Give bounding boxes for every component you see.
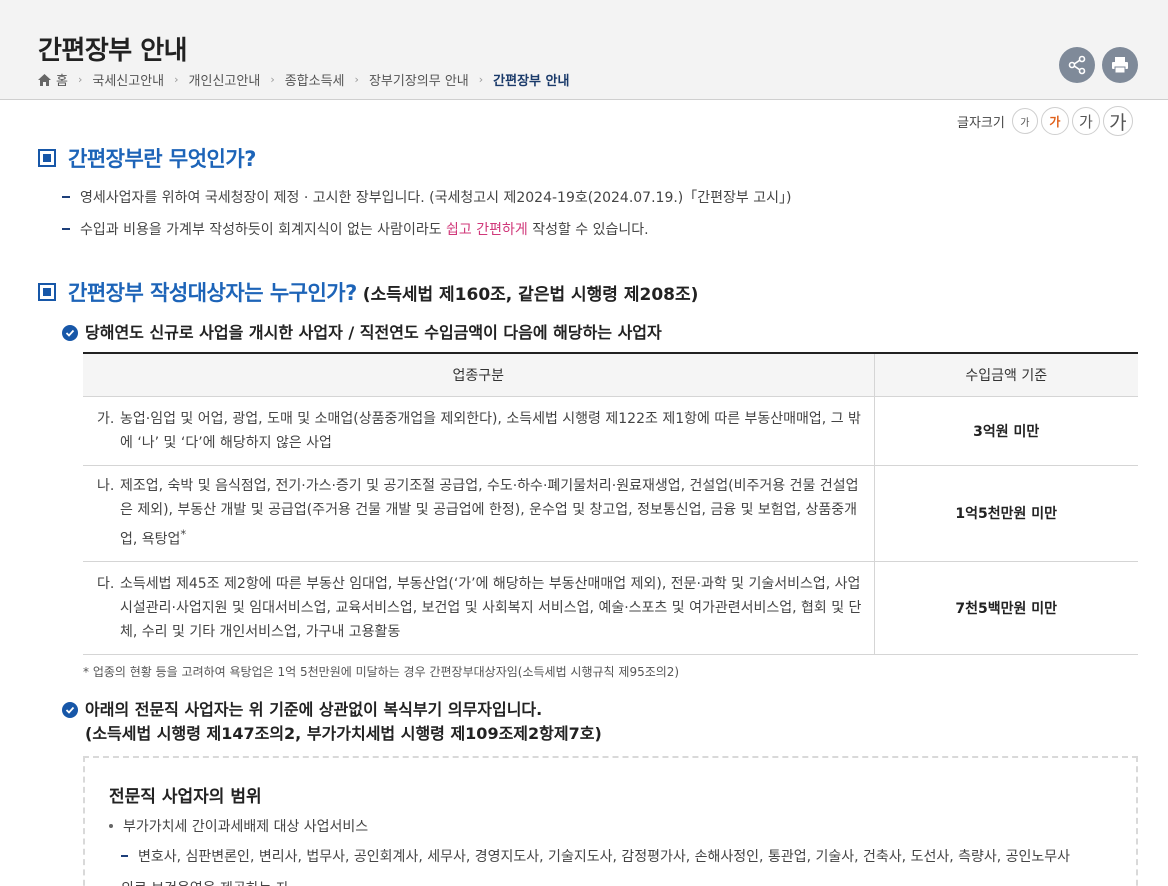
font-size-largest-button[interactable]: 가 — [1102, 106, 1133, 136]
font-size-large-button[interactable]: 가 — [1071, 107, 1100, 135]
check-heading-text: 아래의 전문직 사업자는 위 기준에 상관없이 복식부기 의무자입니다. (소득… — [85, 700, 602, 743]
table-cell-amount: 3억원 미만 — [874, 396, 1138, 466]
breadcrumb-current: 간편장부 안내 — [493, 74, 570, 89]
font-size-control: 글자크기 가 가 가 가 — [957, 106, 1133, 136]
check-heading: 당해연도 신규로 사업을 개시한 사업자 / 직전연도 수입금액이 다음에 해당… — [62, 321, 662, 345]
table-row: 나. 제조업, 숙박 및 음식점업, 전기·가스·증기 및 공기조절 공급업, 수… — [83, 465, 1138, 562]
share-icon — [1068, 55, 1086, 75]
check-heading: 아래의 전문직 사업자는 위 기준에 상관없이 복식부기 의무자입니다. (소득… — [62, 698, 602, 746]
breadcrumb-tax-guide[interactable]: 국세신고안내 — [92, 70, 164, 89]
page-header: 간편장부 안내 홈 › 국세신고안내 › 개인신고안내 › 종합소득세 › 장부… — [0, 0, 1168, 100]
table-header-row: 업종구분 수입금액 기준 — [83, 352, 1138, 397]
breadcrumb-personal-guide[interactable]: 개인신고안내 — [189, 70, 261, 89]
square-bullet-icon — [38, 149, 56, 167]
criteria-table: 업종구분 수입금액 기준 가. 농업·임업 및 어업, 광업, 도매 및 소매업(… — [83, 352, 1138, 655]
section-title: 간편장부 작성대상자는 누구인가? — [68, 281, 357, 305]
footnote-marker: * — [180, 527, 187, 542]
column-header-industry: 업종구분 — [83, 352, 875, 397]
footnote: * 업종의 현황 등을 고려하여 욕탕업은 1억 5천만원에 미달하는 경우 간… — [83, 665, 680, 679]
check-circle-icon — [62, 325, 78, 341]
list-item-text: 영세사업자를 위하여 국세청장이 제정 · 고시한 장부입니다. (국세청고시 … — [80, 190, 792, 206]
breadcrumb-income-tax[interactable]: 종합소득세 — [285, 70, 345, 89]
breadcrumb-home[interactable]: 홈 — [56, 70, 68, 89]
chevron-right-icon: › — [478, 73, 484, 86]
breadcrumb-bookkeeping[interactable]: 장부기장의무 안내 — [369, 70, 469, 89]
check-circle-icon — [62, 702, 78, 718]
list-item: 부가가치세 간이과세배제 대상 사업서비스 — [109, 816, 368, 836]
list-item: 수입과 비용을 가계부 작성하듯이 회계지식이 없는 사람이라도 쉽고 간편하게… — [62, 219, 649, 239]
chevron-right-icon: › — [174, 73, 179, 86]
table-cell-industry: 나. 제조업, 숙박 및 음식점업, 전기·가스·증기 및 공기조절 공급업, 수… — [83, 465, 875, 562]
dot-bullet-icon — [109, 824, 113, 828]
box-title: 전문직 사업자의 범위 — [109, 787, 262, 807]
square-bullet-icon — [38, 283, 56, 301]
list-item-text: 수입과 비용을 가계부 작성하듯이 회계지식이 없는 사람이라도 쉽고 간편하게… — [80, 222, 649, 238]
table-row: 가. 농업·임업 및 어업, 광업, 도매 및 소매업(상품중개업을 제외한다),… — [83, 396, 1138, 466]
chevron-right-icon: › — [354, 73, 359, 86]
highlight-text: 쉽고 간편하게 — [446, 222, 528, 238]
font-size-label: 글자크기 — [957, 115, 1005, 131]
chevron-right-icon: › — [270, 73, 275, 86]
section-subtitle: (소득세법 제160조, 같은법 시행령 제208조) — [362, 284, 699, 305]
table-row: 다. 소득세법 제45조 제2항에 따른 부동산 임대업, 부동산업(‘가’에 해… — [83, 561, 1138, 655]
home-icon[interactable] — [38, 73, 51, 86]
table-cell-amount: 1억5천만원 미만 — [874, 465, 1138, 562]
check-heading-text: 당해연도 신규로 사업을 개시한 사업자 / 직전연도 수입금액이 다음에 해당… — [85, 323, 662, 342]
list-item-partial: 의료 보건용역을 제공하는 자 — [121, 878, 289, 886]
list-item: 영세사업자를 위하여 국세청장이 제정 · 고시한 장부입니다. (국세청고시 … — [62, 187, 791, 207]
page-title: 간편장부 안내 — [38, 36, 188, 66]
list-item-text: 변호사, 심판변론인, 변리사, 법무사, 공인회계사, 세무사, 경영지도사,… — [138, 849, 1071, 865]
section-title: 간편장부란 무엇인가? — [68, 147, 256, 171]
breadcrumb: 홈 › 국세신고안내 › 개인신고안내 › 종합소득세 › 장부기장의무 안내 … — [38, 70, 569, 89]
chevron-right-icon: › — [77, 73, 83, 86]
column-header-amount: 수입금액 기준 — [874, 352, 1138, 397]
font-size-smallest-button[interactable]: 가 — [1011, 108, 1038, 134]
list-item-text: 부가가치세 간이과세배제 대상 사업서비스 — [123, 819, 369, 835]
list-item: 변호사, 심판변론인, 변리사, 법무사, 공인회계사, 세무사, 경영지도사,… — [121, 846, 1070, 866]
printer-icon — [1112, 57, 1128, 74]
table-cell-amount: 7천5백만원 미만 — [874, 561, 1138, 655]
print-button[interactable] — [1102, 47, 1138, 83]
dash-bullet-icon — [62, 228, 70, 230]
professional-scope-box: 전문직 사업자의 범위 부가가치세 간이과세배제 대상 사업서비스 변호사, 심… — [83, 756, 1138, 886]
table-cell-industry: 가. 농업·임업 및 어업, 광업, 도매 및 소매업(상품중개업을 제외한다),… — [83, 396, 875, 466]
font-size-default-button[interactable]: 가 — [1040, 107, 1069, 135]
dash-bullet-icon — [62, 196, 70, 198]
share-button[interactable] — [1059, 47, 1095, 83]
dash-bullet-icon — [121, 855, 128, 857]
table-cell-industry: 다. 소득세법 제45조 제2항에 따른 부동산 임대업, 부동산업(‘가’에 해… — [83, 561, 875, 655]
section-what-is-heading: 간편장부란 무엇인가? — [38, 143, 256, 173]
section-target-heading: 간편장부 작성대상자는 누구인가? (소득세법 제160조, 같은법 시행령 제… — [38, 277, 698, 307]
